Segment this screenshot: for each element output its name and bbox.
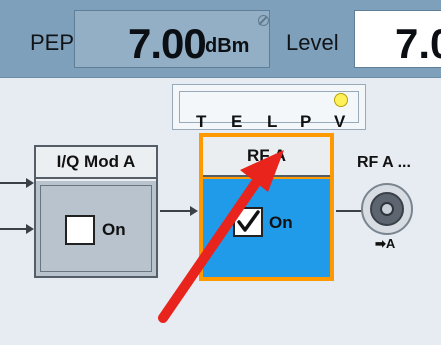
annotation-arrow-icon xyxy=(158,150,284,323)
